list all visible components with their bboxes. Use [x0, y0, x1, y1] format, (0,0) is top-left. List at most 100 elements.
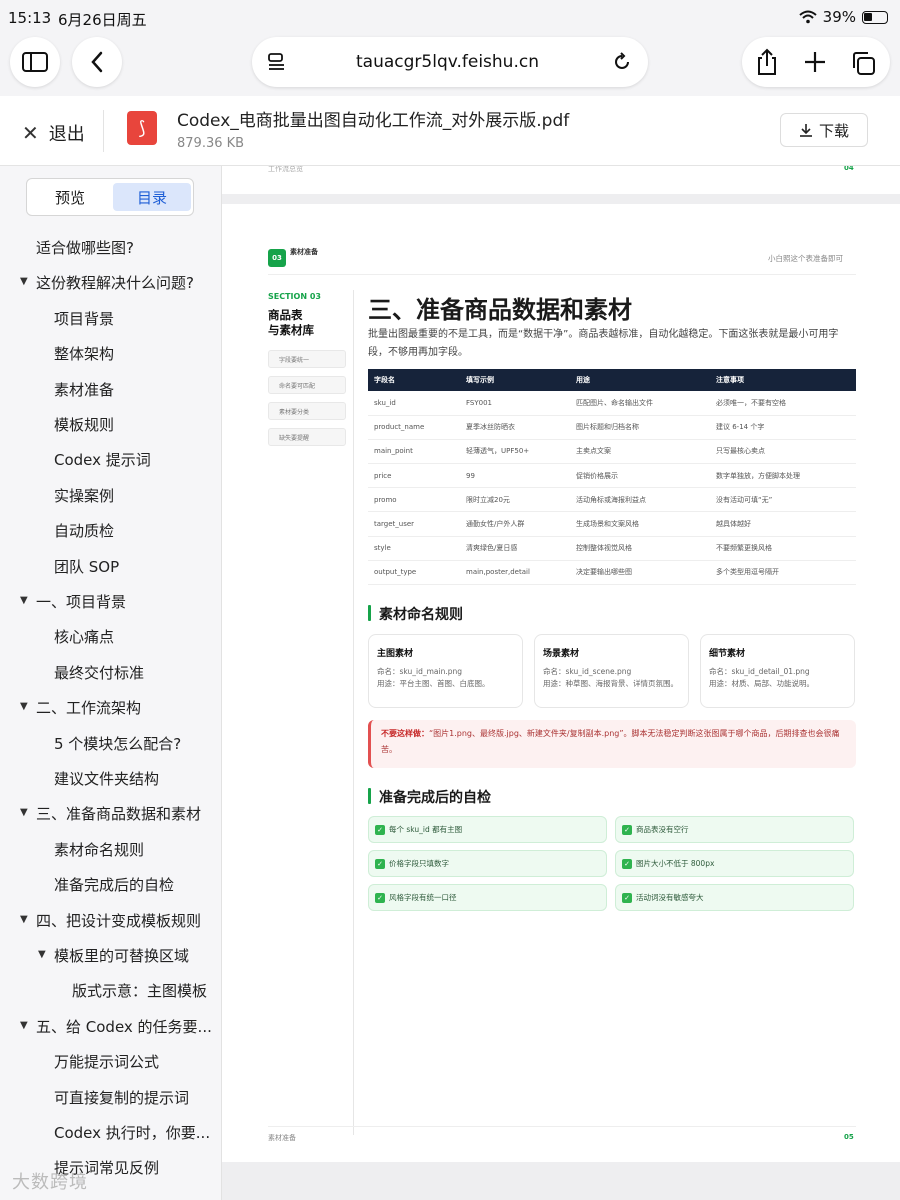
checkmark-icon: ✓ [375, 824, 385, 835]
sidebar-item[interactable]: 素材命名规则 [0, 838, 221, 862]
sidebar-item[interactable]: ▼ 一、项目背景 [0, 590, 221, 614]
sidebar-item-label: 素材准备 [54, 380, 115, 399]
table-cell: FSY001 [460, 391, 570, 416]
chevron-down-icon[interactable]: ▼ [38, 949, 46, 960]
table-cell: 限时立减20元 [460, 487, 570, 513]
sidebar-item[interactable]: 自动质检 [0, 519, 221, 543]
page-menu-icon[interactable] [268, 53, 286, 71]
table-cell: main,poster,detail [460, 560, 570, 586]
sidebar-item[interactable]: 实操案例 [0, 484, 221, 508]
sidebar-item-label: Codex 执行时，你要... [54, 1124, 211, 1142]
sidebar-item[interactable]: 可直接复制的提示词 [0, 1086, 221, 1110]
sidebar-item[interactable]: 团队 SOP [0, 555, 221, 579]
sidebar-item[interactable]: 项目背景 [0, 307, 221, 331]
sidebar-item[interactable]: 素材准备 [0, 378, 221, 402]
side-nav-item: 缺失要提醒 [268, 428, 346, 446]
table-row: main_point 轻薄透气，UPF50+ 主卖点文案 只写最核心卖点 [368, 439, 856, 465]
sidebar-toggle-button[interactable] [10, 37, 60, 87]
warning-label: 不要这样做： [381, 729, 429, 738]
table-cell: main_point [368, 439, 460, 465]
browser-toolbar: tauacgr5lqv.feishu.cn [0, 34, 900, 90]
reload-icon[interactable] [612, 52, 632, 72]
sidebar-item-label: 准备完成后的自检 [54, 876, 175, 895]
prev-page-number: 04 [844, 166, 854, 172]
tab-preview[interactable]: 预览 [31, 183, 109, 211]
sidebar-item[interactable]: 5 个模块怎么配合? [0, 732, 221, 756]
sidebar-item[interactable]: ▼ 四、把设计变成模板规则 [0, 909, 221, 933]
pdf-page: 03 素材准备 小白照这个表准备即可 SECTION 03 商品表 与素材库 字… [222, 204, 900, 1162]
sidebar-item[interactable]: 万能提示词公式 [0, 1050, 221, 1074]
table-row: sku_id FSY001 匹配图片、命名输出文件 必须唯一，不要有空格 [368, 391, 856, 416]
checkmark-icon: ✓ [375, 892, 385, 903]
column-divider [353, 290, 354, 1135]
table-cell: 只写最核心卖点 [710, 439, 856, 465]
table-row: price 99 促销价格展示 数字单独放，方便脚本处理 [368, 463, 856, 489]
table-cell: product_name [368, 415, 460, 440]
table-cell: sku_id [368, 391, 460, 416]
page-number: 05 [844, 1133, 854, 1141]
sidebar-item-label: 最终交付标准 [54, 663, 145, 682]
sidebar-item[interactable]: Codex 执行时，你要... [0, 1121, 221, 1145]
self-check-item: ✓ 每个 sku_id 都有主图 [368, 816, 607, 843]
table-row: style 清爽绿色/夏日感 控制整体视觉风格 不要频繁更换风格 [368, 536, 856, 561]
sidebar-item-label: 可直接复制的提示词 [54, 1088, 190, 1107]
sidebar-item[interactable]: 适合做哪些图? [0, 236, 221, 260]
chevron-down-icon[interactable]: ▼ [20, 701, 28, 712]
warning-text: “图片1.png、最终版.jpg、新建文件夹/复制副本.png”。脚本无法稳定判… [381, 729, 840, 754]
sidebar-item[interactable]: ▼ 五、给 Codex 的任务要... [0, 1015, 221, 1039]
sidebar-item-label: 这份教程解决什么问题? [36, 274, 194, 293]
table-cell: 建议 6-14 个字 [710, 415, 856, 440]
back-button[interactable] [72, 37, 122, 87]
share-icon[interactable] [756, 48, 778, 76]
sidebar-item[interactable]: Codex 提示词 [0, 448, 221, 472]
divider [103, 110, 104, 152]
sidebar-item[interactable]: 准备完成后的自检 [0, 873, 221, 897]
sidebar-item[interactable]: 版式示意：主图模板 [0, 979, 221, 1003]
status-bar: 15:13 6月26日周五 39% [0, 0, 900, 34]
sidebar-item-label: 自动质检 [54, 522, 115, 541]
sidebar-item-label: 团队 SOP [54, 557, 120, 576]
new-tab-icon[interactable] [804, 51, 826, 73]
sidebar-item[interactable]: 模板规则 [0, 413, 221, 437]
sidebar-item[interactable]: 最终交付标准 [0, 661, 221, 685]
sidebar-item[interactable]: ▼ 二、工作流架构 [0, 696, 221, 720]
page-header-note: 小白照这个表准备即可 [768, 254, 843, 263]
self-check-heading: 准备完成后的自检 [368, 787, 491, 807]
table-header-cell: 填写示例 [460, 369, 570, 391]
self-check-label: 价格字段只填数字 [389, 859, 449, 868]
pdf-viewer[interactable]: 工作流总览 04 03 素材准备 小白照这个表准备即可 SECTION 03 商… [222, 166, 900, 1200]
chevron-down-icon[interactable]: ▼ [20, 1020, 28, 1031]
naming-card-use: 用途：平台主图、首图、白底图。 [377, 679, 490, 688]
sidebar-icon [22, 52, 48, 72]
section-badge: 03 [268, 249, 286, 267]
chevron-down-icon[interactable]: ▼ [20, 807, 28, 818]
exit-button[interactable]: ✕ 退出 [22, 120, 85, 146]
download-button[interactable]: 下载 [780, 113, 868, 147]
sidebar-item[interactable]: ▼ 三、准备商品数据和素材 [0, 802, 221, 826]
address-bar[interactable]: tauacgr5lqv.feishu.cn [252, 37, 648, 87]
naming-card-name: 命名：sku_id_detail_01.png [709, 667, 810, 676]
table-cell: 控制整体视觉风格 [570, 536, 710, 561]
sidebar-item[interactable]: 建议文件夹结构 [0, 767, 221, 791]
chevron-down-icon[interactable]: ▼ [20, 276, 28, 287]
tabs-icon[interactable] [850, 50, 876, 76]
table-cell: 99 [460, 463, 570, 489]
view-segmented-control: 预览 目录 [26, 178, 194, 216]
sidebar-item-label: 建议文件夹结构 [54, 770, 160, 788]
naming-card-title: 场景素材 [543, 649, 580, 659]
intro-text: 批量出图最重要的不是工具，而是“数据干净”。商品表越标准，自动化越稳定。下面这张… [368, 329, 839, 358]
sidebar-item[interactable]: 核心痛点 [0, 625, 221, 649]
naming-card: 细节素材 命名：sku_id_detail_01.png 用途：材质、局部、功能说明… [700, 634, 855, 708]
naming-card-name: 命名：sku_id_scene.png [543, 667, 632, 676]
table-cell: price [368, 463, 460, 489]
sidebar-item-label: 素材命名规则 [54, 840, 145, 859]
sidebar-item[interactable]: ▼ 这份教程解决什么问题? [0, 271, 221, 295]
chevron-down-icon[interactable]: ▼ [20, 595, 28, 606]
sidebar-item[interactable]: 整体架构 [0, 342, 221, 366]
chevron-down-icon[interactable]: ▼ [20, 914, 28, 925]
naming-card: 主图素材 命名：sku_id_main.png 用途：平台主图、首图、白底图。 [368, 634, 523, 708]
side-nav-item: 素材要分类 [268, 402, 346, 420]
sidebar-item[interactable]: ▼ 模板里的可替换区域 [0, 944, 221, 968]
tab-outline[interactable]: 目录 [113, 183, 191, 211]
table-row: promo 限时立减20元 活动角标或海报利益点 没有活动可填“无” [368, 487, 856, 513]
